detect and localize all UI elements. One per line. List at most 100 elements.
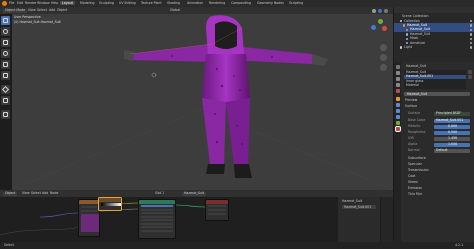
- node-socket-row[interactable]: [141, 205, 173, 208]
- rotate-tool-icon[interactable]: [1, 49, 10, 58]
- tab-geometry-nodes[interactable]: Geometry Nodes: [255, 1, 286, 5]
- node-socket-row[interactable]: [208, 205, 226, 208]
- add-slot-icon[interactable]: [468, 70, 472, 74]
- shading-solid-icon[interactable]: [372, 8, 376, 13]
- node-panel-field[interactable]: Hazmat_Suit.001: [342, 205, 376, 209]
- material-tab-icon[interactable]: [394, 126, 401, 132]
- shading-rendered-icon[interactable]: [384, 8, 388, 13]
- section-preview[interactable]: Preview: [405, 98, 417, 102]
- subsection-coat[interactable]: Coat: [408, 174, 415, 178]
- menu-help[interactable]: Help: [51, 1, 58, 5]
- render-tab-icon[interactable]: [395, 71, 400, 75]
- visibility-eye-icon[interactable]: [469, 28, 472, 32]
- node-socket-row[interactable]: [141, 219, 173, 222]
- node-socket-row[interactable]: [141, 229, 173, 232]
- node-menu-select[interactable]: Select: [31, 191, 41, 195]
- roughness-field[interactable]: 0.500: [434, 130, 470, 135]
- principled-bsdf-node[interactable]: [138, 199, 176, 239]
- remove-slot-icon[interactable]: [468, 75, 472, 79]
- shading-material-icon[interactable]: [378, 8, 382, 13]
- tab-modeling[interactable]: Modeling: [78, 1, 97, 5]
- tab-scripting[interactable]: Scripting: [287, 1, 305, 5]
- move-tool-icon[interactable]: [1, 38, 10, 47]
- outliner-scene-collection[interactable]: Scene Collection: [402, 14, 429, 18]
- object-tab-icon[interactable]: [395, 97, 400, 101]
- menu-edit[interactable]: Edit: [17, 1, 23, 5]
- material-dropdown[interactable]: Hazmat_Suit: [182, 192, 207, 196]
- menu-window[interactable]: Window: [37, 1, 50, 5]
- annotate-tool-icon[interactable]: [1, 85, 10, 94]
- node-socket-row[interactable]: [208, 213, 226, 216]
- measure-tool-icon[interactable]: [1, 96, 10, 105]
- subsection-specular[interactable]: Specular: [408, 162, 422, 166]
- tab-shading[interactable]: Shading: [165, 1, 182, 5]
- node-socket-row[interactable]: [141, 215, 173, 218]
- material-output-node[interactable]: [205, 199, 229, 221]
- visibility-eye-icon[interactable]: [469, 33, 472, 36]
- node-menu-view[interactable]: View: [22, 191, 30, 195]
- section-surface[interactable]: Surface: [405, 104, 417, 108]
- node-editor[interactable]: Hazmat_Suit Hazmat_Suit.001: [0, 197, 393, 242]
- node-socket-row[interactable]: [81, 210, 97, 213]
- metallic-field[interactable]: 0.000: [434, 124, 470, 129]
- image-texture-node[interactable]: [78, 199, 100, 237]
- gizmo-z-axis-icon[interactable]: [371, 25, 376, 30]
- outliner-row-light[interactable]: Light: [394, 45, 474, 49]
- visibility-eye-icon[interactable]: [469, 24, 472, 27]
- node-editor-mode[interactable]: Object: [3, 192, 18, 196]
- tab-sculpting[interactable]: Sculpting: [97, 1, 116, 5]
- tab-uv-editing[interactable]: UV Editing: [117, 1, 138, 5]
- visibility-eye-icon[interactable]: [469, 20, 472, 23]
- world-tab-icon[interactable]: [395, 89, 400, 93]
- scene-tab-icon[interactable]: [395, 83, 400, 87]
- material-slot-item[interactable]: Material: [404, 84, 466, 89]
- normal-field[interactable]: Default: [434, 148, 470, 153]
- subsection-sheen[interactable]: Sheen: [408, 180, 418, 184]
- tab-texture-paint[interactable]: Texture Paint: [139, 1, 164, 5]
- subsection-subsurface[interactable]: Subsurface: [408, 156, 426, 160]
- tab-compositing[interactable]: Compositing: [229, 1, 253, 5]
- gizmo-x-axis-icon[interactable]: [382, 26, 387, 31]
- visibility-eye-icon[interactable]: [469, 42, 472, 45]
- subsection-thin-film[interactable]: Thin Film: [408, 192, 422, 196]
- data-tab-icon[interactable]: [395, 121, 400, 125]
- add-cube-tool-icon[interactable]: [1, 110, 10, 119]
- subsection-transmission[interactable]: Transmission: [408, 168, 429, 172]
- constraints-tab-icon[interactable]: [395, 115, 400, 119]
- gizmo-y-axis-icon[interactable]: [378, 19, 383, 24]
- blender-logo-icon[interactable]: [1, 1, 7, 6]
- scale-tool-icon[interactable]: [1, 60, 10, 69]
- node-socket-row[interactable]: [141, 226, 173, 229]
- tab-animation[interactable]: Animation: [185, 1, 205, 5]
- color-ramp-node[interactable]: [98, 197, 122, 211]
- base-color-field[interactable]: Hazmat_Suit.001: [434, 118, 470, 123]
- visibility-eye-icon[interactable]: [469, 46, 472, 49]
- surface-shader-field[interactable]: Principled BSDF: [434, 111, 470, 116]
- node-socket-row[interactable]: [141, 212, 173, 215]
- ior-field[interactable]: 1.450: [434, 136, 470, 141]
- visibility-eye-icon[interactable]: [469, 37, 472, 40]
- node-socket-row[interactable]: [141, 208, 173, 211]
- slot-dropdown[interactable]: Slot 1: [155, 191, 164, 195]
- viewport-menu-select[interactable]: Select: [37, 8, 47, 12]
- modifier-tab-icon[interactable]: [395, 103, 400, 107]
- tab-layout[interactable]: Layout: [60, 1, 75, 6]
- physics-tab-icon[interactable]: [395, 109, 400, 113]
- viewport-menu-add[interactable]: Add: [49, 8, 55, 12]
- node-menu-add[interactable]: Add: [42, 191, 48, 195]
- cursor-tool-icon[interactable]: [1, 27, 10, 36]
- tool-tab-icon[interactable]: [395, 65, 400, 69]
- transform-orientation[interactable]: Global: [170, 8, 180, 12]
- output-tab-icon[interactable]: [395, 77, 400, 81]
- subsection-emission[interactable]: Emission: [408, 186, 422, 190]
- node-menu-node[interactable]: Node: [50, 191, 58, 195]
- node-socket-row[interactable]: [141, 222, 173, 225]
- 3d-viewport[interactable]: User Perspective (0) Hazmat_Suit.Hazmat_…: [12, 14, 393, 190]
- node-socket-row[interactable]: [208, 209, 226, 212]
- mode-dropdown[interactable]: Object Mode: [3, 9, 28, 13]
- camera-view-icon[interactable]: [380, 64, 387, 71]
- viewport-menu-view[interactable]: View: [28, 8, 36, 12]
- alpha-field[interactable]: 1.000: [434, 142, 470, 147]
- viewport-menu-object[interactable]: Object: [57, 8, 67, 12]
- tab-rendering[interactable]: Rendering: [207, 1, 227, 5]
